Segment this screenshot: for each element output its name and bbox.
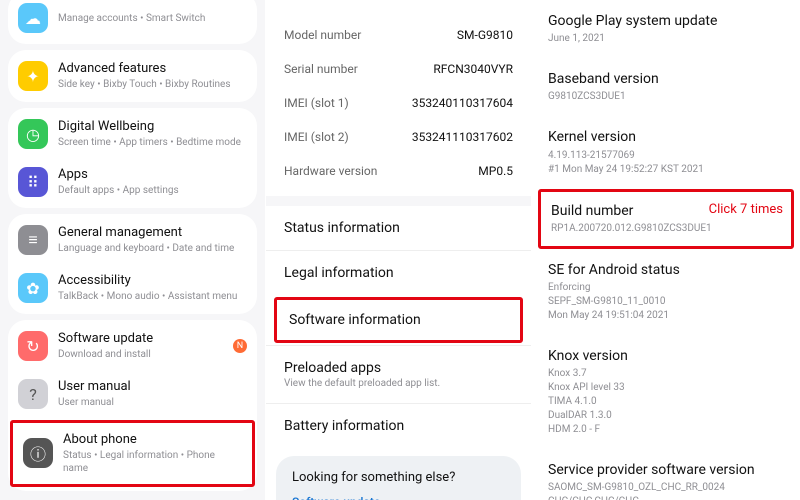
settings-item-general[interactable]: ≡ General managementLanguage and keyboar… xyxy=(8,216,257,264)
block-se-android[interactable]: SE for Android statusEnforcing SEPF_SM-G… xyxy=(532,249,800,335)
item-title: Apps xyxy=(58,167,247,183)
settings-item-accounts[interactable]: ☁ Manage accounts • Smart Switch xyxy=(8,0,257,42)
settings-item-user-manual[interactable]: ? User manualUser manual xyxy=(8,370,257,418)
item-title: Software update xyxy=(58,331,227,347)
manual-icon: ? xyxy=(18,379,48,409)
spec-hw: Hardware versionMP0.5 xyxy=(266,154,531,188)
cloud-icon: ☁ xyxy=(18,3,48,33)
apps-icon: ⠿ xyxy=(18,167,48,197)
item-sub: User manual xyxy=(58,396,247,409)
info-icon: ⓘ xyxy=(23,438,53,468)
footer-link-software-update[interactable]: Software update xyxy=(292,495,505,500)
about-phone-detail: Model numberSM-G9810 Serial numberRFCN30… xyxy=(266,0,532,500)
settings-item-advanced[interactable]: ✦ Advanced featuresSide key • Bixby Touc… xyxy=(8,52,257,100)
section-legal-info[interactable]: Legal information xyxy=(266,250,531,295)
section-preloaded-apps[interactable]: Preloaded appsView the default preloaded… xyxy=(266,345,531,403)
spec-serial: Serial numberRFCN3040VYR xyxy=(266,52,531,86)
settings-item-about-phone[interactable]: ⓘ About phoneStatus • Legal information … xyxy=(10,420,255,487)
software-info-detail: Google Play system updateJune 1, 2021 Ba… xyxy=(532,0,800,500)
item-sub: Screen time • App timers • Bedtime mode xyxy=(58,136,247,149)
star-icon: ✦ xyxy=(18,61,48,91)
settings-item-accessibility[interactable]: ✿ AccessibilityTalkBack • Mono audio • A… xyxy=(8,264,257,312)
settings-item-software-update[interactable]: ↻ Software updateDownload and install N xyxy=(8,322,257,370)
settings-item-wellbeing[interactable]: ◷ Digital WellbeingScreen time • App tim… xyxy=(8,110,257,158)
item-title: User manual xyxy=(58,379,247,395)
item-sub: Status • Legal information • Phone name xyxy=(63,449,242,475)
block-knox[interactable]: Knox versionKnox 3.7 Knox API level 33 T… xyxy=(532,335,800,449)
new-badge: N xyxy=(233,339,247,353)
item-sub: Download and install xyxy=(58,348,227,361)
spec-model: Model numberSM-G9810 xyxy=(266,18,531,52)
block-kernel[interactable]: Kernel version4.19.113-21577069 #1 Mon M… xyxy=(532,116,800,188)
item-title: General management xyxy=(58,225,247,241)
item-sub: Side key • Bixby Touch • Bixby Routines xyxy=(58,78,247,91)
wellbeing-icon: ◷ xyxy=(18,119,48,149)
general-icon: ≡ xyxy=(18,225,48,255)
item-title: Advanced features xyxy=(58,61,247,77)
item-sub: Language and keyboard • Date and time xyxy=(58,242,247,255)
click-7-annotation: Click 7 times xyxy=(709,202,783,217)
section-status-info[interactable]: Status information xyxy=(266,206,531,250)
footer-title: Looking for something else? xyxy=(292,470,505,485)
item-sub: TalkBack • Mono audio • Assistant menu xyxy=(58,290,247,303)
settings-list: ☁ Manage accounts • Smart Switch ✦ Advan… xyxy=(0,0,266,500)
spec-imei2: IMEI (slot 2)353241110317602 xyxy=(266,120,531,154)
accessibility-icon: ✿ xyxy=(18,273,48,303)
block-baseband[interactable]: Baseband versionG9810ZCS3DUE1 xyxy=(532,58,800,116)
item-title: About phone xyxy=(63,432,242,448)
item-sub: Manage accounts • Smart Switch xyxy=(58,12,247,25)
block-play-update[interactable]: Google Play system updateJune 1, 2021 xyxy=(532,0,800,58)
looking-for-footer: Looking for something else? Software upd… xyxy=(276,456,521,500)
item-title: Digital Wellbeing xyxy=(58,119,247,135)
block-build-number[interactable]: Build numberRP1A.200720.012.G9810ZCS3DUE… xyxy=(538,189,794,249)
section-battery-info[interactable]: Battery information xyxy=(266,403,531,448)
item-sub: Default apps • App settings xyxy=(58,184,247,197)
settings-item-apps[interactable]: ⠿ AppsDefault apps • App settings xyxy=(8,158,257,206)
update-icon: ↻ xyxy=(18,331,48,361)
spec-imei1: IMEI (slot 1)353240110317604 xyxy=(266,86,531,120)
block-service-provider[interactable]: Service provider software versionSAOMC_S… xyxy=(532,449,800,500)
item-title: Accessibility xyxy=(58,273,247,289)
section-software-info[interactable]: Software information xyxy=(274,297,523,343)
